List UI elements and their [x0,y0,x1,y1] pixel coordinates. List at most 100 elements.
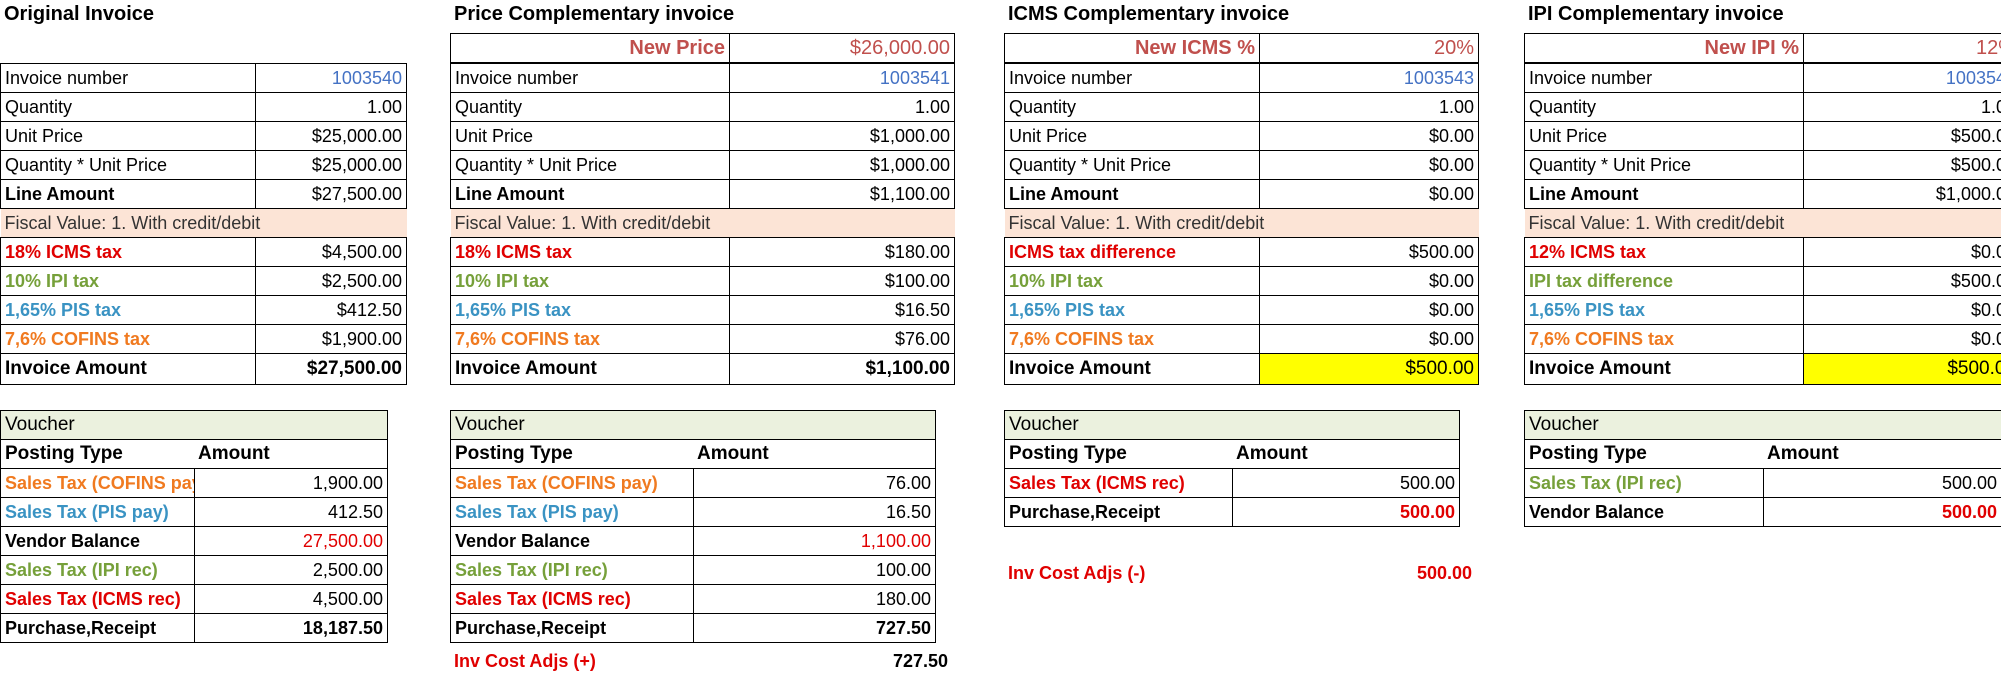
row-value: 1.00 [1259,92,1479,122]
row-value: $1,900.00 [255,324,407,354]
tax-row: 10% IPI tax $100.00 [450,266,955,296]
invoice-number-row: Invoice number1003542 [1524,63,2001,93]
row-label: Invoice number [1004,63,1260,93]
posting-amount: 16.50 [692,497,936,527]
table-row: Quantity1.00 [0,92,407,122]
posting-type: Vendor Balance [450,526,694,556]
table-row: Unit Price $0.00 [1004,121,1479,151]
invoice-amount-row: Invoice Amount $1,100.00 [450,353,955,385]
row-label: 10% IPI tax [0,266,256,296]
posting-amount: 27,500.00 [193,526,388,556]
voucher-row: Sales Tax (IPI rec) 100.00 [450,555,936,585]
row-value: $25,000.00 [255,150,407,180]
posting-amount: 500.00 [1231,468,1460,498]
voucher-title: Voucher [1524,410,2001,440]
row-label: Invoice number [1524,63,1804,93]
row-label: 10% IPI tax [450,266,730,296]
voucher-table: Voucher Posting Type Amount Sales Tax (COFI… [0,410,388,643]
invoice-number-row: Invoice number 1003543 [1004,63,1479,93]
header-label: New IPI % [1524,33,1804,63]
row-value: 1.00 [729,92,955,122]
row-value: $76.00 [729,324,955,354]
header-label: New ICMS % [1004,33,1260,63]
row-label: Quantity * Unit Price [1004,150,1260,180]
row-value: $0.00 [1259,266,1479,296]
voucher-row: Sales Tax (IPI rec) 500.00 [1524,468,2001,498]
row-label: Invoice Amount [1524,353,1804,385]
invoice-title: Original Invoice [4,3,155,25]
row-value: $0.00 [1803,295,2001,325]
row-value: $180.00 [729,237,955,267]
row-value: 1.00 [255,92,407,122]
line-amount-row: Line Amount $27,500.00 [0,179,407,209]
voucher-header-row: Posting Type Amount [1524,439,2001,469]
voucher-row: Sales Tax (PIS pay) 412.50 [0,497,388,527]
posting-amount: 1,100.00 [692,526,936,556]
row-value: $1,000.00 [729,150,955,180]
fiscal-value: Fiscal Value: 1. With credit/debit [0,208,407,238]
invoice-table: Invoice number1003542Quantity1.00Unit Pr… [1524,63,2001,385]
table-row: Quantity * Unit Price $25,000.00 [0,150,407,180]
header-table: New ICMS % 20% [1004,33,1479,63]
row-value: $500.00 [1803,266,2001,296]
tax-row: ICMS tax difference $500.00 [1004,237,1479,267]
voucher-row: Sales Tax (COFINS pay) 76.00 [450,468,936,498]
row-label: 18% ICMS tax [450,237,730,267]
row-label: 1,65% PIS tax [1004,295,1260,325]
cost-adjustment-label: Inv Cost Adjs (+) [454,651,596,671]
posting-type: Sales Tax (ICMS rec) [450,584,694,614]
posting-type: Vendor Balance [0,526,195,556]
posting-type: Sales Tax (ICMS rec) [0,584,195,614]
row-value: $1,000.00 [1803,179,2001,209]
column-header-amount: Amount [1232,439,1460,469]
row-value: $1,100.00 [729,179,955,209]
row-value: $500.00 [1803,150,2001,180]
posting-type: Sales Tax (COFINS pay) [0,468,195,498]
voucher-row: Sales Tax (IPI rec) 2,500.00 [0,555,388,585]
tax-row: 10% IPI tax $2,500.00 [0,266,407,296]
cost-adjustment-row: Inv Cost Adjs (+) 727.50 [450,647,952,675]
posting-type: Purchase,Receipt [0,613,195,643]
fiscal-value: Fiscal Value: 1. With credit/debit [1004,208,1479,238]
voucher-row: Sales Tax (ICMS rec) 4,500.00 [0,584,388,614]
cost-adjustment-label: Inv Cost Adjs (-) [1008,563,1146,583]
voucher-row: Vendor Balance 27,500.00 [0,526,388,556]
cost-adjustment-value: 500.00 [1416,563,1472,583]
row-label: 7,6% COFINS tax [0,324,256,354]
line-amount-row: Line Amount $1,100.00 [450,179,955,209]
row-label: Line Amount [1524,179,1804,209]
voucher-row: Sales Tax (PIS pay) 16.50 [450,497,936,527]
row-label: Quantity [1004,92,1260,122]
column-header-amount: Amount [693,439,936,469]
fiscal-value-row: Fiscal Value: 1. With credit/debit [0,208,407,238]
header-table: New Price $26,000.00 [450,33,955,63]
voucher-row: Purchase,Receipt 727.50 [450,613,936,643]
posting-type: Sales Tax (COFINS pay) [450,468,694,498]
header-label: New Price [450,33,730,63]
tax-row: 1,65% PIS tax $412.50 [0,295,407,325]
table-row: Quantity * Unit Price$500.00 [1524,150,2001,180]
voucher-header-row: Posting Type Amount [450,439,936,469]
row-label: 7,6% COFINS tax [450,324,730,354]
row-value: $0.00 [1259,150,1479,180]
row-label: 7,6% COFINS tax [1524,324,1804,354]
voucher-table: Voucher Posting Type Amount Sales Tax (IPI … [1524,410,2001,527]
row-value: $2,500.00 [255,266,407,296]
posting-type: Purchase,Receipt [1004,497,1233,527]
invoice-number-row: Invoice number 1003541 [450,63,955,93]
header-value: $26,000.00 [729,33,955,63]
cost-adjustment-table: Inv Cost Adjs (+) 727.50 [450,647,952,675]
tax-row: 7,6% COFINS tax$0.00 [1004,324,1479,354]
voucher-title-row: Voucher [1004,410,1460,440]
fiscal-value: Fiscal Value: 1. With credit/debit [1524,208,2001,238]
tax-row: 7,6% COFINS tax $76.00 [450,324,955,354]
voucher-header-row: Posting Type Amount [1004,439,1460,469]
row-value: $27,500.00 [255,353,407,385]
row-value: $0.00 [1259,179,1479,209]
voucher-title-row: Voucher [0,410,388,440]
posting-type: Sales Tax (IPI rec) [450,555,694,585]
table-row: Quantity * Unit Price $0.00 [1004,150,1479,180]
column-header-amount: Amount [1763,439,2001,469]
row-label: 1,65% PIS tax [0,295,256,325]
row-label: 1,65% PIS tax [1524,295,1804,325]
